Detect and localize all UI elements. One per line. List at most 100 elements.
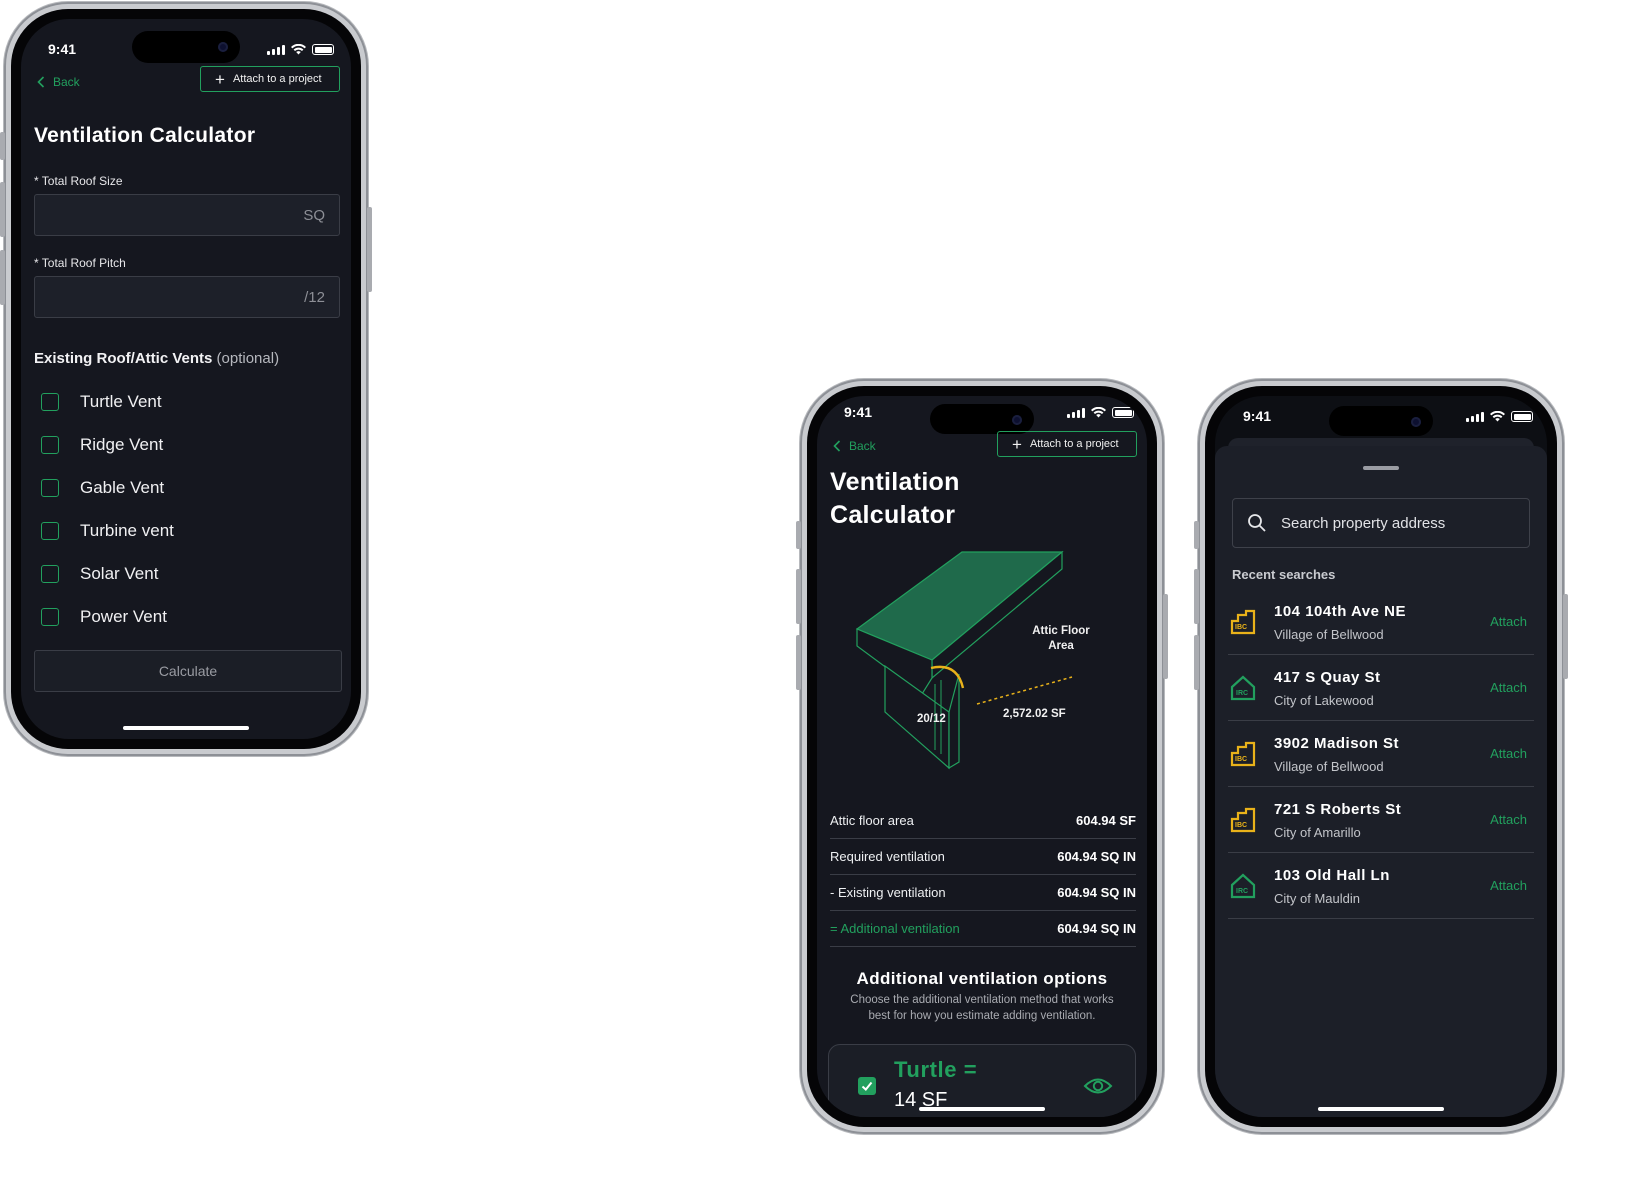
code-label: IRC — [1236, 690, 1248, 697]
home-indicator — [1318, 1107, 1444, 1111]
option-name: Turtle = — [894, 1057, 978, 1082]
search-sheet: Recent searches IBC 104 104th Ave NE Vil… — [1215, 446, 1547, 1117]
side-button — [796, 521, 801, 549]
attach-action[interactable]: Attach — [1490, 878, 1527, 893]
wifi-icon — [291, 44, 306, 55]
attach-to-project-button[interactable]: + Attach to a project — [997, 431, 1137, 457]
status-bar: 9:41 — [21, 19, 351, 69]
dynamic-island — [132, 31, 240, 63]
checkbox[interactable] — [41, 565, 59, 583]
wifi-icon — [1091, 407, 1106, 418]
options-description: Choose the additional ventilation method… — [817, 992, 1147, 1024]
vents-optional: (optional) — [216, 350, 280, 367]
attach-action[interactable]: Attach — [1490, 746, 1527, 761]
screen: 9:41 Back + Attach to a project Ventilat… — [21, 19, 351, 739]
address-street: 417 S Quay St — [1274, 669, 1381, 686]
result-label: Attic floor area — [830, 812, 914, 828]
result-row-required: Required ventilation 604.94 SQ IN — [830, 838, 1136, 875]
checkbox[interactable] — [41, 608, 59, 626]
checkbox[interactable] — [41, 393, 59, 411]
checkbox[interactable] — [41, 479, 59, 497]
phone-frame-property-search: 9:41 Recent searches — [1194, 379, 1568, 1134]
option-checkbox-checked[interactable] — [858, 1077, 876, 1095]
attic-area-label-line-1: Attic Floor — [1032, 625, 1090, 637]
eye-icon[interactable] — [1083, 1076, 1113, 1096]
side-button — [1194, 521, 1199, 549]
back-label: Back — [53, 75, 80, 89]
vent-label: Ridge Vent — [80, 435, 164, 454]
code-label: IBC — [1235, 624, 1247, 631]
vent-label: Power Vent — [80, 607, 167, 626]
list-item[interactable]: IBC 721 S Roberts St City of Amarillo At… — [1228, 787, 1534, 853]
address-street: 103 Old Hall Ln — [1274, 867, 1390, 884]
phone-frame-calculator-results: 9:41 Back + Attach to a project Ventilat… — [796, 379, 1168, 1134]
vent-option-turbine[interactable]: Turbine vent — [41, 521, 174, 541]
area-value-label: 2,572.02 SF — [1003, 708, 1066, 720]
address-street: 3902 Madison St — [1274, 735, 1400, 752]
status-icons — [1466, 411, 1533, 422]
list-item[interactable]: IBC 3902 Madison St Village of Bellwood … — [1228, 721, 1534, 787]
search-field[interactable] — [1232, 498, 1530, 548]
address-city: Village of Bellwood — [1274, 627, 1384, 642]
pitch-label: 20/12 — [917, 713, 946, 725]
result-label: = Additional ventilation — [830, 920, 960, 936]
vent-option-solar[interactable]: Solar Vent — [41, 564, 158, 584]
vent-option-gable[interactable]: Gable Vent — [41, 478, 164, 498]
wifi-icon — [1490, 411, 1505, 422]
attach-action[interactable]: Attach — [1490, 614, 1527, 629]
phone-frame-calculator-form: 9:41 Back + Attach to a project Ventilat… — [0, 2, 372, 756]
home-indicator — [123, 726, 249, 730]
list-item[interactable]: IRC 103 Old Hall Ln City of Mauldin Atta… — [1228, 853, 1534, 919]
back-button[interactable]: Back — [37, 75, 80, 89]
status-icons — [1067, 407, 1134, 418]
result-label: Required ventilation — [830, 848, 945, 864]
area-leader-line — [976, 676, 1073, 705]
address-city: City of Lakewood — [1274, 693, 1374, 708]
attach-label: Attach to a project — [1029, 438, 1119, 450]
attach-action[interactable]: Attach — [1490, 680, 1527, 695]
status-time: 9:41 — [48, 41, 77, 57]
attach-action[interactable]: Attach — [1490, 812, 1527, 827]
back-button[interactable]: Back — [833, 439, 876, 453]
side-button — [367, 207, 372, 292]
roof-size-field[interactable]: SQ — [34, 194, 340, 236]
page-title: Ventilation Calculator — [830, 466, 960, 532]
search-input[interactable] — [1281, 514, 1529, 532]
plus-icon: + — [215, 69, 225, 89]
list-item[interactable]: IRC 417 S Quay St City of Lakewood Attac… — [1228, 655, 1534, 721]
page-title-line-2: Calculator — [830, 501, 956, 529]
result-row-additional: = Additional ventilation 604.94 SQ IN — [830, 910, 1136, 947]
checkbox[interactable] — [41, 522, 59, 540]
result-label: - Existing ventilation — [830, 884, 946, 900]
checkbox[interactable] — [41, 436, 59, 454]
sheet-grabber[interactable] — [1363, 466, 1399, 470]
status-time: 9:41 — [1243, 408, 1272, 424]
address-street: 104 104th Ave NE — [1274, 603, 1406, 620]
vent-option-ridge[interactable]: Ridge Vent — [41, 435, 163, 455]
vent-option-turtle[interactable]: Turtle Vent — [41, 392, 162, 412]
ibc-building-icon: IBC — [1230, 741, 1256, 767]
list-item[interactable]: IBC 104 104th Ave NE Village of Bellwood… — [1228, 589, 1534, 655]
camera — [218, 42, 228, 52]
back-label: Back — [849, 439, 876, 453]
address-street: 721 S Roberts St — [1274, 801, 1402, 818]
vents-heading: Existing Roof/Attic Vents (optional) — [34, 350, 279, 367]
chevron-left-icon — [833, 440, 841, 452]
side-button — [796, 569, 801, 624]
status-icons — [267, 44, 334, 55]
attach-to-project-button[interactable]: + Attach to a project — [200, 66, 340, 92]
roof-pitch-field[interactable]: /12 — [34, 276, 340, 318]
vent-option-power[interactable]: Power Vent — [41, 607, 167, 627]
roof-pitch-label: * Total Roof Pitch — [34, 256, 126, 270]
roof-size-label: * Total Roof Size — [34, 174, 123, 188]
irc-house-icon: IRC — [1230, 675, 1256, 701]
signal-icon — [1067, 408, 1085, 418]
roof-pitch-input[interactable] — [35, 277, 339, 317]
calculate-button[interactable]: Calculate — [34, 650, 342, 692]
address-city: City of Amarillo — [1274, 825, 1361, 840]
result-value: 604.94 SQ IN — [1057, 920, 1136, 936]
home-indicator — [919, 1107, 1045, 1111]
battery-icon — [1112, 407, 1134, 418]
result-value: 604.94 SQ IN — [1057, 884, 1136, 900]
roof-size-input[interactable] — [35, 195, 339, 235]
